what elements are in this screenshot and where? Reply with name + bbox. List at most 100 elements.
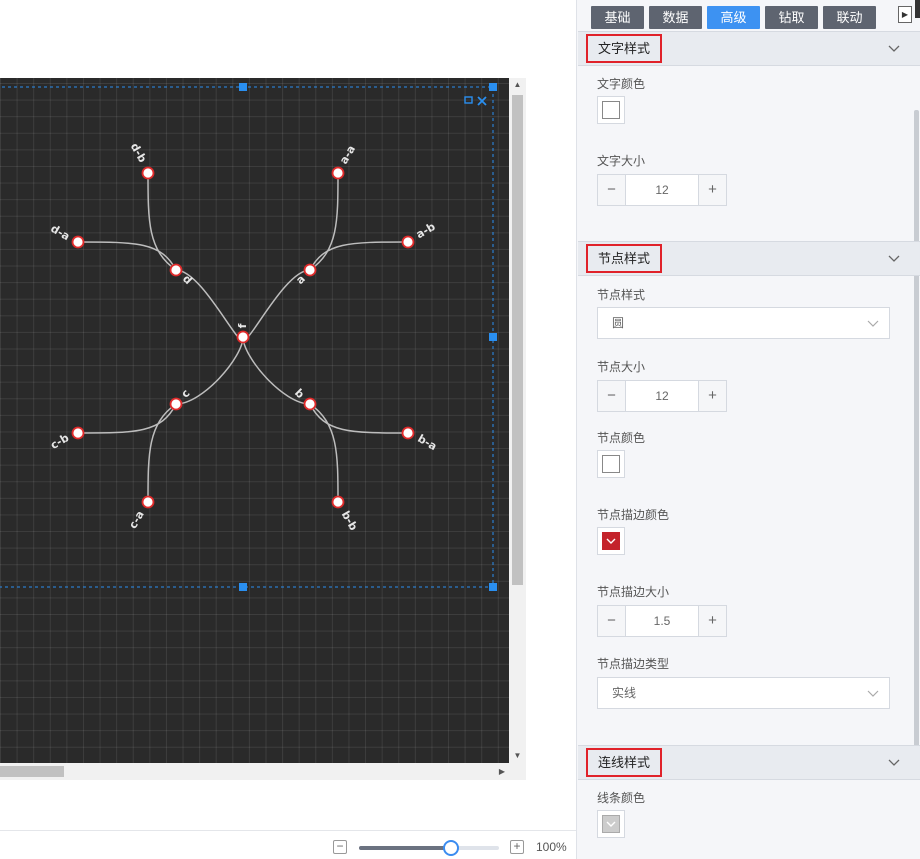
- graph-node-label: c: [179, 387, 193, 401]
- chevron-down-icon[interactable]: [887, 755, 901, 769]
- graph-edge: [309, 172, 339, 271]
- radial-tree-graph[interactable]: fabcda-aa-bb-ab-bc-ac-bd-ad-b: [0, 78, 509, 763]
- graph-node-label: f: [236, 323, 249, 328]
- zoom-slider-fill: [359, 846, 452, 850]
- graph-node-d-b[interactable]: [141, 166, 155, 180]
- graph-node-a-a[interactable]: [331, 166, 345, 180]
- node-stroke-type-value: 实线: [612, 686, 637, 700]
- chevron-down-icon[interactable]: [887, 41, 901, 55]
- graph-node-f[interactable]: [236, 330, 250, 344]
- resize-handle[interactable]: [489, 333, 497, 341]
- graph-node-label: c-a: [126, 508, 147, 531]
- chevron-down-icon: [867, 690, 879, 697]
- scroll-up-icon[interactable]: ▲: [509, 78, 526, 92]
- graph-edge: [147, 403, 177, 503]
- node-stroke-type-label: 节点描边类型: [597, 657, 670, 671]
- node-stroke-size-input[interactable]: 1.5: [626, 606, 698, 636]
- tab-basic[interactable]: 基础: [591, 6, 644, 29]
- scroll-down-icon[interactable]: ▼: [509, 749, 526, 763]
- node-size-stepper[interactable]: − 12 +: [597, 380, 727, 412]
- resize-handle[interactable]: [239, 583, 247, 591]
- node-stroke-size-increment-button[interactable]: +: [698, 606, 726, 636]
- panel-edge-marker: [915, 0, 920, 18]
- node-color-picker[interactable]: [597, 450, 625, 478]
- tab-drilldown[interactable]: 钻取: [765, 6, 818, 29]
- tab-advanced[interactable]: 高级: [707, 6, 760, 29]
- node-stroke-color-swatch: [602, 532, 620, 550]
- node-size-label: 节点大小: [597, 360, 646, 374]
- node-shape-label: 节点样式: [597, 288, 646, 302]
- zoom-slider-handle[interactable]: [443, 840, 460, 856]
- text-size-stepper[interactable]: − 12 +: [597, 174, 727, 206]
- line-color-picker[interactable]: [597, 810, 625, 838]
- graph-node-c-a[interactable]: [141, 495, 155, 509]
- line-color-label: 线条颜色: [597, 791, 646, 805]
- text-color-picker[interactable]: [597, 96, 625, 124]
- section-title-text-style: 文字样式: [586, 34, 663, 63]
- horizontal-scrollbar[interactable]: ▶: [0, 763, 509, 780]
- text-size-input[interactable]: 12: [626, 175, 698, 205]
- restore-icon[interactable]: [464, 96, 473, 104]
- node-stroke-size-label: 节点描边大小: [597, 585, 670, 599]
- section-header-node-style[interactable]: 节点样式: [578, 241, 920, 276]
- chevron-down-icon: [606, 538, 616, 544]
- graph-node-b-b[interactable]: [331, 495, 345, 509]
- panel-tabs: 基础 数据 高级 钻取 联动 ▶: [577, 0, 920, 32]
- zoom-percent: 100%: [536, 840, 567, 854]
- graph-node-label: b-a: [415, 432, 439, 453]
- node-stroke-size-decrement-button[interactable]: −: [598, 606, 626, 636]
- graph-node-b[interactable]: [303, 397, 317, 411]
- vertical-scroll-thumb[interactable]: [512, 95, 523, 585]
- graph-node-label: c-b: [48, 431, 71, 452]
- tab-data[interactable]: 数据: [649, 6, 702, 29]
- node-stroke-type-select[interactable]: 实线: [597, 677, 890, 709]
- graph-node-d-a[interactable]: [71, 235, 85, 249]
- node-size-input[interactable]: 12: [626, 381, 698, 411]
- graph-node-label: d: [180, 272, 195, 287]
- panel-scrollbar[interactable]: [914, 110, 919, 770]
- close-icon[interactable]: [477, 96, 487, 106]
- tab-linkage[interactable]: 联动: [823, 6, 876, 29]
- graph-edge: [309, 403, 339, 503]
- resize-handle[interactable]: [239, 83, 247, 91]
- graph-node-label: a-b: [414, 220, 438, 241]
- graph-node-c[interactable]: [169, 397, 183, 411]
- text-size-decrement-button[interactable]: −: [598, 175, 626, 205]
- scroll-right-icon[interactable]: ▶: [499, 763, 505, 780]
- node-stroke-color-label: 节点描边颜色: [597, 508, 670, 522]
- resize-handle[interactable]: [489, 583, 497, 591]
- canvas-area: f a b c d a-a a-b b-a b-b c-a c-b d-a d-b ▲ ▼ ▶ − + …: [0, 0, 576, 859]
- graph-node-a[interactable]: [303, 263, 317, 277]
- app-root: f a b c d a-a a-b b-a b-b c-a c-b d-a d-b ▲ ▼ ▶ − + …: [0, 0, 920, 859]
- zoom-slider[interactable]: [359, 840, 499, 856]
- zoom-out-button[interactable]: −: [333, 840, 347, 854]
- node-color-label: 节点颜色: [597, 431, 646, 445]
- graph-node-label: a-a: [337, 143, 358, 166]
- node-size-decrement-button[interactable]: −: [598, 381, 626, 411]
- node-shape-select[interactable]: 圆: [597, 307, 890, 339]
- section-title-line-style: 连线样式: [586, 748, 663, 777]
- horizontal-scroll-thumb[interactable]: [0, 766, 64, 777]
- text-size-increment-button[interactable]: +: [698, 175, 726, 205]
- resize-handle[interactable]: [489, 83, 497, 91]
- line-color-swatch: [602, 815, 620, 833]
- scrollbar-corner: [509, 763, 526, 780]
- section-header-text-style[interactable]: 文字样式: [578, 31, 920, 66]
- text-size-label: 文字大小: [597, 154, 646, 168]
- node-size-increment-button[interactable]: +: [698, 381, 726, 411]
- graph-node-d[interactable]: [169, 263, 183, 277]
- graph-node-b-a[interactable]: [401, 426, 415, 440]
- node-stroke-size-stepper[interactable]: − 1.5 +: [597, 605, 727, 637]
- graph-node-a-b[interactable]: [401, 235, 415, 249]
- chevron-down-icon[interactable]: [887, 251, 901, 265]
- zoom-bar: − + 100%: [0, 830, 576, 859]
- vertical-scrollbar[interactable]: ▲ ▼: [509, 78, 526, 763]
- node-stroke-color-picker[interactable]: [597, 527, 625, 555]
- node-color-swatch: [602, 455, 620, 473]
- play-triangle-icon[interactable]: ▶: [898, 6, 912, 23]
- graph-node-label: d-b: [128, 141, 149, 165]
- property-panel: 基础 数据 高级 钻取 联动 ▶ 文字样式 文字颜色 文字大小 − 12 + 节…: [576, 0, 920, 859]
- graph-node-c-b[interactable]: [71, 426, 85, 440]
- zoom-in-button[interactable]: +: [510, 840, 524, 854]
- section-header-line-style[interactable]: 连线样式: [578, 745, 920, 780]
